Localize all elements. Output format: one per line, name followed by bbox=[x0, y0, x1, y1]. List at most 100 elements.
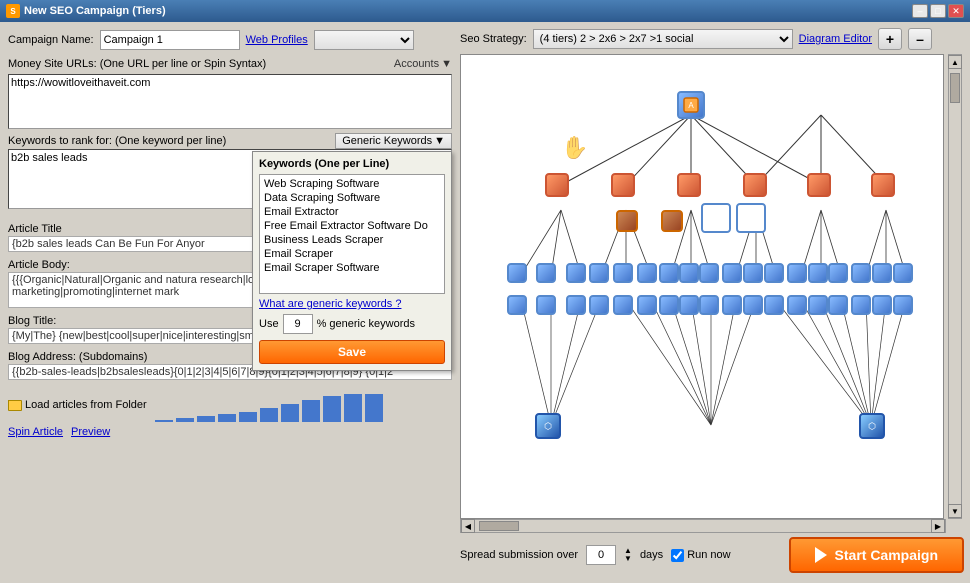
run-now-checkbox-row[interactable]: Run now bbox=[671, 549, 730, 562]
t2n2 bbox=[611, 173, 635, 197]
t2n4 bbox=[743, 173, 767, 197]
days-label: days bbox=[640, 549, 663, 561]
t3b14 bbox=[808, 295, 828, 315]
t3b12 bbox=[764, 295, 784, 315]
scroll-down-arrow[interactable]: ▼ bbox=[948, 504, 962, 518]
generic-keywords-popup: Keywords (One per Line) Web Scraping Sof… bbox=[252, 151, 452, 371]
keywords-header: Keywords to rank for: (One keyword per l… bbox=[8, 133, 452, 149]
t3n3 bbox=[566, 263, 586, 283]
seo-strategy-header: Seo Strategy: (4 tiers) 2 > 2x6 > 2x7 >1… bbox=[460, 28, 964, 50]
svg-text:A: A bbox=[688, 101, 694, 110]
horizontal-scrollbar[interactable]: ◀ ▶ bbox=[460, 519, 946, 533]
list-item: Email Scraper Software bbox=[262, 261, 442, 275]
keywords-list[interactable]: Web Scraping Software Data Scraping Soft… bbox=[259, 174, 445, 294]
days-input[interactable] bbox=[586, 545, 616, 565]
t3n6 bbox=[637, 263, 657, 283]
use-percent-input[interactable] bbox=[283, 314, 313, 334]
chart-area bbox=[155, 392, 383, 422]
chart-bar bbox=[260, 408, 278, 422]
popup-title: Keywords (One per Line) bbox=[259, 158, 445, 170]
run-now-checkbox[interactable] bbox=[671, 549, 684, 562]
diagram-node-small4 bbox=[736, 203, 766, 233]
seo-strategy-select[interactable]: (4 tiers) 2 > 2x6 > 2x7 >1 social bbox=[533, 29, 793, 49]
chart-bar bbox=[365, 394, 383, 422]
minimize-button[interactable]: – bbox=[912, 4, 928, 18]
start-campaign-label: Start Campaign bbox=[835, 547, 938, 563]
zoom-in-button[interactable]: + bbox=[878, 28, 902, 50]
t3n2 bbox=[536, 263, 556, 283]
keywords-label: Keywords to rank for: (One keyword per l… bbox=[8, 135, 226, 147]
web-profiles-link[interactable]: Web Profiles bbox=[246, 34, 308, 46]
generic-kw-dropdown-icon: ▼ bbox=[434, 135, 445, 147]
accounts-button[interactable]: Accounts ▼ bbox=[394, 58, 452, 70]
run-now-label: Run now bbox=[687, 549, 730, 561]
t3b3 bbox=[566, 295, 586, 315]
bottom-row: Load articles from Folder bbox=[8, 388, 452, 422]
svg-text:⬡: ⬡ bbox=[544, 421, 552, 431]
t3b2 bbox=[536, 295, 556, 315]
t3n12 bbox=[764, 263, 784, 283]
scroll-up-arrow[interactable]: ▲ bbox=[948, 55, 962, 69]
app-icon: S bbox=[6, 4, 20, 18]
chart-bar bbox=[239, 412, 257, 422]
preview-link[interactable]: Preview bbox=[71, 426, 110, 438]
t3n18 bbox=[893, 263, 913, 283]
close-button[interactable]: ✕ bbox=[948, 4, 964, 18]
campaign-name-input[interactable] bbox=[100, 30, 240, 50]
chart-bar bbox=[281, 404, 299, 422]
chart-bar bbox=[302, 400, 320, 422]
t2n5 bbox=[807, 173, 831, 197]
scroll-left-arrow[interactable]: ◀ bbox=[461, 519, 475, 533]
what-are-generic-link[interactable]: What are generic keywords ? bbox=[259, 298, 445, 310]
scroll-right-arrow[interactable]: ▶ bbox=[931, 519, 945, 533]
play-icon bbox=[815, 547, 827, 563]
diagram-canvas[interactable]: ✋ A bbox=[460, 54, 944, 519]
h-scrollbar-thumb[interactable] bbox=[479, 521, 519, 531]
t3n8 bbox=[679, 263, 699, 283]
chart-bar bbox=[344, 394, 362, 422]
t3n17 bbox=[872, 263, 892, 283]
t3b18 bbox=[893, 295, 913, 315]
diagram-node-small2 bbox=[661, 210, 683, 232]
load-folder-label: Load articles from Folder bbox=[25, 399, 147, 411]
keywords-section: Keywords to rank for: (One keyword per l… bbox=[8, 133, 452, 212]
folder-icon bbox=[8, 400, 22, 411]
campaign-name-row: Campaign Name: Web Profiles bbox=[8, 30, 452, 50]
save-button[interactable]: Save bbox=[259, 340, 445, 364]
vertical-scrollbar[interactable]: ▲ ▼ bbox=[948, 54, 962, 519]
chart-bar bbox=[197, 416, 215, 422]
days-spinner[interactable]: ▲▼ bbox=[624, 547, 632, 563]
t3b4 bbox=[589, 295, 609, 315]
diagram-node-small1 bbox=[616, 210, 638, 232]
diagram-connections bbox=[461, 55, 943, 518]
t3n15 bbox=[828, 263, 848, 283]
t3n10 bbox=[722, 263, 742, 283]
t3b10 bbox=[722, 295, 742, 315]
chart-bar bbox=[176, 418, 194, 422]
bottom-controls: Spread submission over ▲▼ days Run now S… bbox=[460, 533, 964, 577]
money-site-textarea[interactable]: https://wowitloveithaveit.com bbox=[8, 74, 452, 129]
list-item: Free Email Extractor Software Do bbox=[262, 219, 442, 233]
title-bar: S New SEO Campaign (Tiers) – □ ✕ bbox=[0, 0, 970, 22]
t3b6 bbox=[637, 295, 657, 315]
zoom-out-button[interactable]: – bbox=[908, 28, 932, 50]
diagram-editor-link[interactable]: Diagram Editor bbox=[799, 33, 872, 45]
generic-keywords-button[interactable]: Generic Keywords ▼ bbox=[335, 133, 452, 149]
start-campaign-button[interactable]: Start Campaign bbox=[789, 537, 964, 573]
spin-article-link[interactable]: Spin Article bbox=[8, 426, 63, 438]
load-folder-button[interactable]: Load articles from Folder bbox=[8, 399, 147, 411]
web-profiles-select[interactable] bbox=[314, 30, 414, 50]
t4n1: ⬡ bbox=[535, 413, 561, 439]
scrollbar-thumb[interactable] bbox=[950, 73, 960, 103]
t2n3 bbox=[677, 173, 701, 197]
maximize-button[interactable]: □ bbox=[930, 4, 946, 18]
use-row: Use % generic keywords bbox=[259, 314, 445, 334]
money-site-header: Money Site URLs: (One URL per line or Sp… bbox=[8, 58, 452, 70]
chart-bar bbox=[323, 396, 341, 422]
list-item: Business Leads Scraper bbox=[262, 233, 442, 247]
t3n1 bbox=[507, 263, 527, 283]
t3n4 bbox=[589, 263, 609, 283]
t2n1 bbox=[545, 173, 569, 197]
t3n9 bbox=[699, 263, 719, 283]
list-item: Web Scraping Software bbox=[262, 177, 442, 191]
